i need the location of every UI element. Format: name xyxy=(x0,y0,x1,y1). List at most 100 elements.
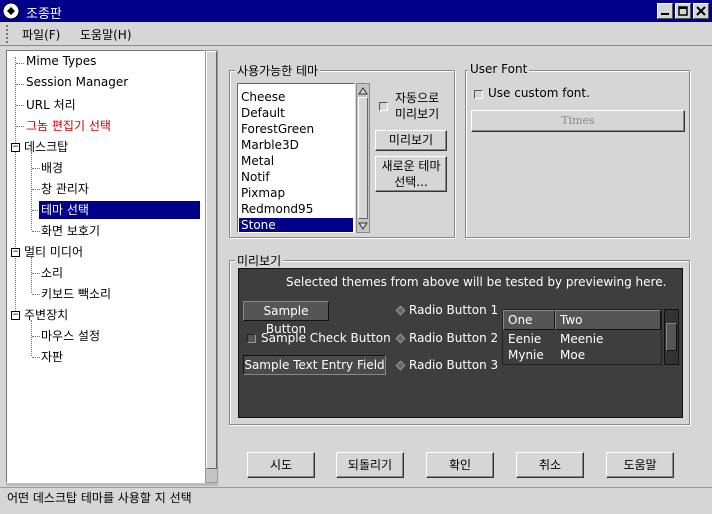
tree-connector-line xyxy=(32,168,40,169)
user-font-frame-label: User Font xyxy=(468,62,530,76)
title-bar[interactable] xyxy=(0,0,712,22)
theme-list-item[interactable]: ForestGreen xyxy=(241,122,314,136)
tree-connector-line xyxy=(31,257,32,293)
auto-preview-label: 자동으로 미리보기 xyxy=(395,90,439,122)
close-button[interactable] xyxy=(693,3,709,19)
tree-scroll-thumb[interactable] xyxy=(206,51,217,469)
tree-connector-line xyxy=(16,105,24,106)
minimize-button[interactable] xyxy=(657,3,673,19)
sample-check-label: Sample Check Button xyxy=(261,331,391,345)
sample-button[interactable]: Sample Button xyxy=(243,301,329,336)
tree-connector-line xyxy=(31,320,32,356)
preview-frame-label: 미리보기 xyxy=(235,252,284,269)
radio-button-1-indicator[interactable] xyxy=(395,305,406,316)
auto-preview-label-line2: 미리보기 xyxy=(395,107,440,121)
list-cell: Moe xyxy=(560,348,586,362)
menu-help[interactable]: 도움말(H) xyxy=(80,26,132,43)
font-picker-button[interactable]: Times xyxy=(471,110,685,132)
tree-item[interactable]: 배경 xyxy=(41,159,63,176)
revert-button[interactable]: 되돌리기 xyxy=(336,452,404,478)
tree-item[interactable]: 자판 xyxy=(41,348,63,365)
cancel-button[interactable]: 취소 xyxy=(516,452,584,478)
tree-connector-line xyxy=(32,273,40,274)
scroll-down-arrow-icon[interactable] xyxy=(357,220,369,232)
tree-connector-line xyxy=(16,84,24,85)
minimize-icon xyxy=(661,13,669,15)
list-cell: Meenie xyxy=(560,332,604,346)
menu-grip-handle[interactable] xyxy=(6,25,12,43)
tree-connector-line xyxy=(15,57,16,315)
status-text: 어떤 데스크탑 테마를 사용할 지 선택 xyxy=(7,491,192,505)
help-button[interactable]: 도움말 xyxy=(606,452,674,478)
theme-list-scrollbar[interactable] xyxy=(356,83,370,233)
radio-button-3-label: Radio Button 3 xyxy=(409,358,499,372)
theme-list-item[interactable]: Default xyxy=(241,106,285,120)
sample-list-scrollbar[interactable] xyxy=(664,309,679,365)
maximize-button[interactable] xyxy=(675,3,691,19)
tree-item[interactable]: 데스크탑 xyxy=(24,138,68,155)
sample-column-list[interactable]: One Two Eenie Meenie Mynie Moe xyxy=(502,309,662,365)
theme-list[interactable]: Cheese Default ForestGreen Marble3D Metal Not… xyxy=(237,83,355,233)
list-cell: Eenie xyxy=(508,332,542,346)
tree-connector-line xyxy=(16,63,24,64)
use-custom-font-checkbox[interactable] xyxy=(474,90,483,99)
tree-collapse-icon[interactable]: − xyxy=(11,248,20,257)
column-header-one[interactable]: One xyxy=(503,310,555,330)
sample-check-box[interactable] xyxy=(247,334,256,343)
theme-list-item[interactable]: Cheese xyxy=(241,90,285,104)
category-tree[interactable]: Mime Types Session Manager URL 처리그놈 편집기 선택… xyxy=(6,50,205,483)
tree-item[interactable]: 화면 보호기 xyxy=(41,222,100,239)
install-new-theme-line2: 선택... xyxy=(394,175,428,189)
tree-collapse-icon[interactable]: − xyxy=(11,143,20,152)
tree-item[interactable]: 키보드 빽소리 xyxy=(41,285,111,302)
radio-button-1-label: Radio Button 1 xyxy=(409,303,499,317)
preview-caption: Selected themes from above will be teste… xyxy=(286,275,667,289)
try-button[interactable]: 시도 xyxy=(247,452,315,478)
tree-connector-line xyxy=(32,357,40,358)
tree-connector-line xyxy=(32,231,40,232)
tree-item[interactable]: 창 관리자 xyxy=(41,180,89,197)
control-center-window: 조종판 파일(F) 도움말(H) Mime Types Session Manag… xyxy=(0,0,712,514)
window-menu-icon[interactable] xyxy=(2,2,20,20)
preview-button[interactable]: 미리보기 xyxy=(375,130,447,151)
radio-button-2-indicator[interactable] xyxy=(395,333,406,344)
sample-text-entry[interactable]: Sample Text Entry Field xyxy=(243,355,386,375)
close-icon xyxy=(696,6,706,16)
themes-frame-label: 사용가능한 테마 xyxy=(235,62,321,79)
sample-list-scroll-thumb[interactable] xyxy=(666,323,677,351)
theme-list-item[interactable]: Stone xyxy=(239,218,353,232)
tree-item[interactable]: 소리 xyxy=(41,264,63,281)
theme-list-item[interactable]: Pixmap xyxy=(241,186,285,200)
auto-preview-label-line1: 자동으로 xyxy=(395,91,440,105)
tree-item[interactable]: 주변장치 xyxy=(24,306,68,323)
tree-item[interactable]: 그놈 편집기 선택 xyxy=(26,117,111,134)
tree-item[interactable]: 마우스 설정 xyxy=(41,327,100,344)
theme-list-item[interactable]: Redmond95 xyxy=(241,202,313,216)
ok-button[interactable]: 확인 xyxy=(426,452,494,478)
tree-horizontal-scrollbar[interactable] xyxy=(6,483,218,486)
theme-list-item[interactable]: Marble3D xyxy=(241,138,299,152)
window-title: 조종판 xyxy=(26,7,62,22)
theme-list-scroll-thumb[interactable] xyxy=(358,97,368,219)
theme-list-item[interactable]: Metal xyxy=(241,154,274,168)
tree-connector-line xyxy=(32,336,40,337)
scroll-up-arrow-icon[interactable] xyxy=(357,85,369,97)
tree-item[interactable]: Mime Types xyxy=(26,54,96,68)
tree-item[interactable]: URL 처리 xyxy=(26,96,76,113)
install-new-theme-line1: 새로운 테마 xyxy=(381,159,441,173)
tree-connector-line xyxy=(32,189,40,190)
column-header-two[interactable]: Two xyxy=(555,310,661,330)
theme-list-item[interactable]: Notif xyxy=(241,170,270,184)
tree-connector-line xyxy=(31,152,32,230)
radio-button-3-indicator[interactable] xyxy=(395,360,406,371)
list-cell: Mynie xyxy=(508,348,544,362)
tree-collapse-icon[interactable]: − xyxy=(11,311,20,320)
tree-item[interactable]: 멀티 미디어 xyxy=(24,243,83,260)
maximize-icon xyxy=(678,6,688,16)
install-new-theme-button[interactable]: 새로운 테마 선택... xyxy=(375,156,447,192)
tree-connector-line xyxy=(32,294,40,295)
tree-item[interactable]: Session Manager xyxy=(26,75,128,89)
menu-file[interactable]: 파일(F) xyxy=(22,26,60,43)
auto-preview-checkbox[interactable] xyxy=(379,102,388,111)
tree-item[interactable]: 테마 선택 xyxy=(39,201,200,219)
